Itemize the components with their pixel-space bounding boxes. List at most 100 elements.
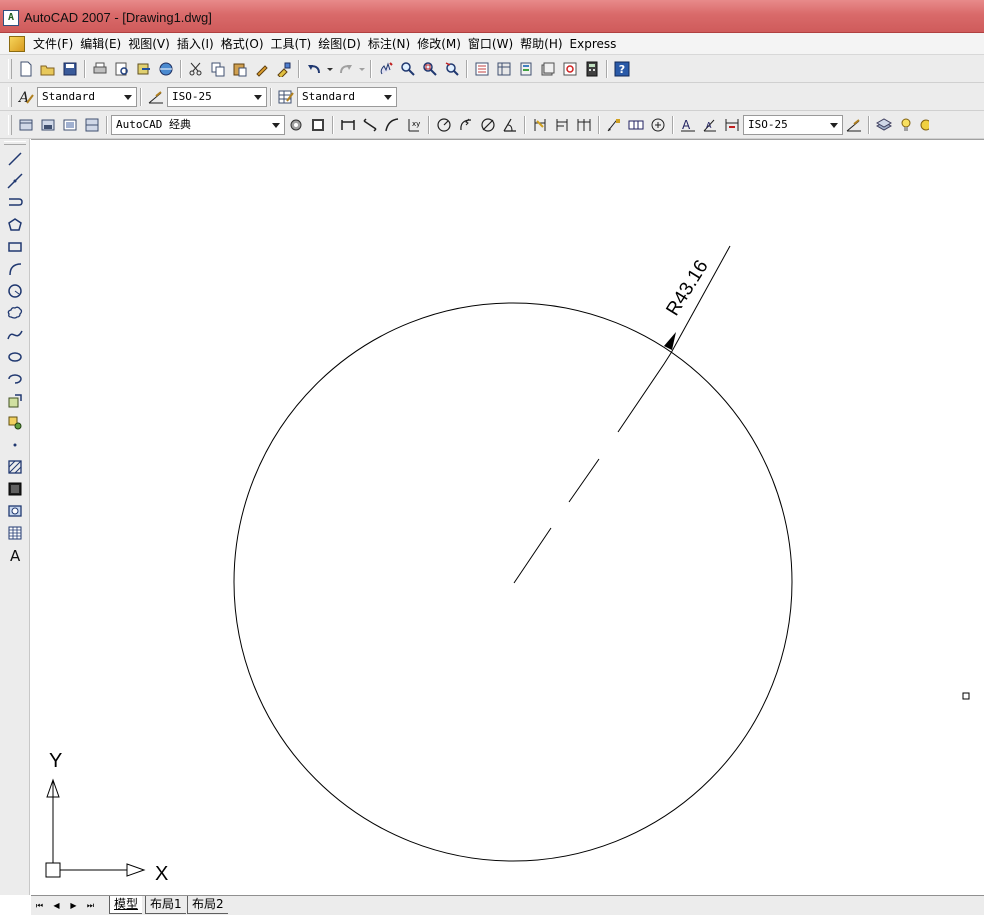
- angular-dimension-icon[interactable]: [499, 114, 521, 136]
- aligned-dimension-icon[interactable]: [359, 114, 381, 136]
- menu-file[interactable]: 文件(F): [33, 36, 80, 52]
- help-icon[interactable]: ?: [611, 58, 633, 80]
- next-tab-icon[interactable]: ▶: [67, 899, 80, 912]
- workspace-save-icon[interactable]: [37, 114, 59, 136]
- last-tab-icon[interactable]: ⏭: [84, 899, 97, 912]
- arc-icon[interactable]: [4, 258, 26, 280]
- ellipse-arc-icon[interactable]: [4, 368, 26, 390]
- workspace-fullscreen-icon[interactable]: [307, 114, 329, 136]
- ellipse-icon[interactable]: [4, 346, 26, 368]
- layer-manager-icon[interactable]: [873, 114, 895, 136]
- baseline-dimension-icon[interactable]: [551, 114, 573, 136]
- radius-dimension-line[interactable]: [513, 352, 672, 584]
- tab-model[interactable]: 模型: [109, 896, 143, 914]
- publish-icon[interactable]: [133, 58, 155, 80]
- plot-preview-icon[interactable]: [111, 58, 133, 80]
- 3d-dwf-icon[interactable]: [155, 58, 177, 80]
- menu-insert[interactable]: 插入(I): [177, 36, 221, 52]
- pan-icon[interactable]: [375, 58, 397, 80]
- toolbar-grip[interactable]: [4, 141, 26, 145]
- tolerance-icon[interactable]: [625, 114, 647, 136]
- new-icon[interactable]: [15, 58, 37, 80]
- tab-layout2[interactable]: 布局2: [187, 896, 228, 914]
- sheet-set-icon[interactable]: [537, 58, 559, 80]
- first-tab-icon[interactable]: ⏮: [33, 899, 46, 912]
- menu-view[interactable]: 视图(V): [128, 36, 177, 52]
- spline-icon[interactable]: [4, 324, 26, 346]
- table-style-select[interactable]: Standard: [297, 87, 397, 107]
- document-menu-icon[interactable]: [9, 36, 25, 52]
- markup-icon[interactable]: [559, 58, 581, 80]
- zoom-realtime-icon[interactable]: [397, 58, 419, 80]
- dimension-style-manager-icon[interactable]: [843, 114, 865, 136]
- revision-cloud-icon[interactable]: [4, 302, 26, 324]
- dimension-style-select[interactable]: ISO-25: [167, 87, 267, 107]
- insert-block-icon[interactable]: [4, 390, 26, 412]
- toolbar-grip[interactable]: [8, 87, 12, 107]
- menu-window[interactable]: 窗口(W): [468, 36, 520, 52]
- point-icon[interactable]: [4, 434, 26, 456]
- sun-icon[interactable]: [917, 114, 929, 136]
- tab-layout1[interactable]: 布局1: [145, 896, 186, 914]
- rectangle-icon[interactable]: [4, 236, 26, 258]
- dimension-edit-icon[interactable]: A: [677, 114, 699, 136]
- center-mark-icon[interactable]: [647, 114, 669, 136]
- copy-icon[interactable]: [207, 58, 229, 80]
- radius-dimension-icon[interactable]: [433, 114, 455, 136]
- redo-icon[interactable]: [335, 58, 357, 80]
- diameter-dimension-icon[interactable]: [477, 114, 499, 136]
- cut-icon[interactable]: [185, 58, 207, 80]
- workspace-select[interactable]: AutoCAD 经典: [111, 115, 285, 135]
- circle-icon[interactable]: [4, 280, 26, 302]
- paste-icon[interactable]: [229, 58, 251, 80]
- grip-marker[interactable]: [962, 692, 970, 700]
- calculator-icon[interactable]: [581, 58, 603, 80]
- line-icon[interactable]: [4, 148, 26, 170]
- linear-dimension-icon[interactable]: [337, 114, 359, 136]
- make-block-icon[interactable]: [4, 412, 26, 434]
- text-style-select[interactable]: Standard: [37, 87, 137, 107]
- table-icon[interactable]: [4, 522, 26, 544]
- ordinate-dimension-icon[interactable]: xy: [403, 114, 425, 136]
- multiline-text-icon[interactable]: A: [4, 544, 26, 566]
- block-editor-icon[interactable]: [273, 58, 295, 80]
- dimension-text[interactable]: R43.16: [662, 257, 712, 320]
- quick-leader-icon[interactable]: [603, 114, 625, 136]
- drawing-area[interactable]: R43.16 Y X: [31, 139, 984, 895]
- quick-dimension-icon[interactable]: [529, 114, 551, 136]
- undo-icon[interactable]: [303, 58, 325, 80]
- redo-dropdown-icon[interactable]: [357, 58, 367, 80]
- dimension-style-icon[interactable]: [145, 86, 167, 108]
- design-center-icon[interactable]: [493, 58, 515, 80]
- menu-help[interactable]: 帮助(H): [520, 36, 569, 52]
- workspace-toolbars-icon[interactable]: [81, 114, 103, 136]
- dimension-style-control[interactable]: ISO-25: [743, 115, 843, 135]
- zoom-previous-icon[interactable]: [441, 58, 463, 80]
- properties-icon[interactable]: [471, 58, 493, 80]
- menu-edit[interactable]: 编辑(E): [80, 36, 128, 52]
- jogged-dimension-icon[interactable]: [455, 114, 477, 136]
- continue-dimension-icon[interactable]: [573, 114, 595, 136]
- autocad-app-icon[interactable]: A: [3, 10, 19, 26]
- match-properties-icon[interactable]: [251, 58, 273, 80]
- polyline-icon[interactable]: [4, 192, 26, 214]
- menu-format[interactable]: 格式(O): [221, 36, 271, 52]
- tool-palettes-icon[interactable]: [515, 58, 537, 80]
- arc-length-icon[interactable]: [381, 114, 403, 136]
- dimension-text-edit-icon[interactable]: A: [699, 114, 721, 136]
- gradient-icon[interactable]: [4, 478, 26, 500]
- dimension-update-icon[interactable]: [721, 114, 743, 136]
- toolbar-grip[interactable]: [8, 115, 12, 135]
- previous-tab-icon[interactable]: ◀: [50, 899, 63, 912]
- lightbulb-icon[interactable]: [895, 114, 917, 136]
- workspace-gear-icon[interactable]: [285, 114, 307, 136]
- menu-tools[interactable]: 工具(T): [271, 36, 319, 52]
- circle-entity[interactable]: [233, 302, 793, 862]
- menu-express[interactable]: Express: [570, 36, 624, 52]
- workspace-layout-icon[interactable]: [59, 114, 81, 136]
- polygon-icon[interactable]: [4, 214, 26, 236]
- zoom-window-icon[interactable]: [419, 58, 441, 80]
- region-icon[interactable]: [4, 500, 26, 522]
- text-style-icon[interactable]: A: [15, 86, 37, 108]
- construction-line-icon[interactable]: [4, 170, 26, 192]
